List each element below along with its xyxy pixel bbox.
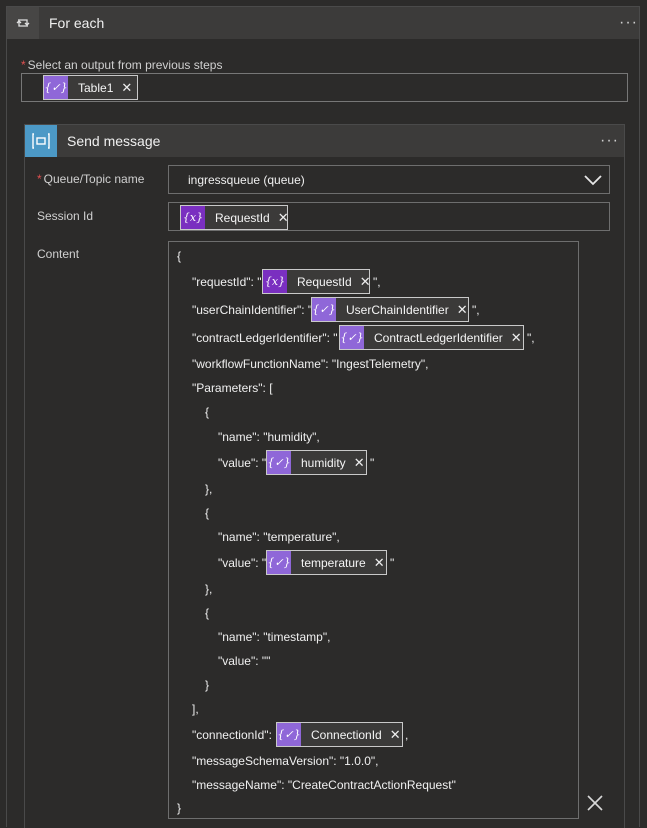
close-icon[interactable]: ✕ [354,455,372,471]
json-contractledger-key: "contractLedgerIdentifier": " [192,331,338,345]
expression-icon: {✓} [44,76,68,99]
expression-icon: {✓} [340,326,364,349]
json-messagename-line: "messageName": "CreateContractActionRequ… [192,778,456,792]
json-requestid-key: "requestId": " [192,275,262,289]
json-name-temperature: "name": "temperature", [218,530,340,544]
for-each-header[interactable]: For each ··· [7,7,639,39]
chevron-down-icon [584,175,602,186]
json-connectionid-key: "connectionId": [192,728,272,742]
token-session-requestid[interactable]: {x} RequestId ✕ [180,205,289,230]
close-icon[interactable] [586,794,604,812]
token-temperature[interactable]: {✓} temperature ✕ [266,550,387,575]
token-userchainidentifier[interactable]: {✓} UserChainIdentifier ✕ [311,297,469,322]
token-connectionid[interactable]: {✓} ConnectionId ✕ [276,722,403,747]
queue-topic-dropdown[interactable]: ingressqueue (queue) [168,165,610,194]
output-select-label: * Select an output from previous steps [21,58,223,72]
close-icon[interactable]: ✕ [121,80,139,96]
for-each-more-button[interactable]: ··· [619,15,638,31]
json-schema-line: "messageSchemaVersion": "1.0.0", [192,754,379,768]
expression-icon: {✓} [267,551,291,574]
send-message-more-button[interactable]: ··· [600,133,619,149]
json-close: } [177,801,182,815]
expression-icon: {✓} [312,298,336,321]
service-bus-icon [25,125,57,157]
json-userchain-key: "userChainIdentifier": " [192,303,313,317]
output-select-input[interactable]: {✓} Table1 ✕ [21,73,628,102]
json-name-humidity: "name": "humidity", [218,430,320,444]
token-requestid[interactable]: {x} RequestId ✕ [262,269,371,294]
json-value-empty: "value": "" [218,654,271,668]
for-each-title: For each [49,15,105,31]
variable-icon: {x} [181,206,205,229]
expression-icon: {✓} [267,451,291,474]
token-contractledgeridentifier[interactable]: {✓} ContractLedgerIdentifier ✕ [339,325,524,350]
loop-icon [7,7,39,39]
session-id-input[interactable]: {x} RequestId ✕ [168,202,610,231]
queue-topic-value: ingressqueue (queue) [188,173,305,187]
expression-icon: {✓} [277,723,301,746]
queue-topic-label: * Queue/Topic name [37,172,145,186]
variable-icon: {x} [263,270,287,293]
session-id-label: Session Id [37,209,94,223]
send-message-header[interactable]: Send message ··· [25,125,624,157]
token-table1[interactable]: {✓} Table1 ✕ [43,75,138,100]
token-humidity[interactable]: {✓} humidity ✕ [266,450,367,475]
close-icon[interactable]: ✕ [374,555,392,571]
json-workflow-line: "workflowFunctionName": "IngestTelemetry… [192,357,429,371]
close-icon[interactable]: ✕ [278,210,296,226]
close-icon[interactable]: ✕ [511,330,529,346]
json-open: { [177,249,182,263]
content-label: Content [37,247,80,261]
json-name-timestamp: "name": "timestamp", [218,630,331,644]
send-message-title: Send message [67,133,161,149]
json-parameters-line: "Parameters": [ [192,381,273,395]
